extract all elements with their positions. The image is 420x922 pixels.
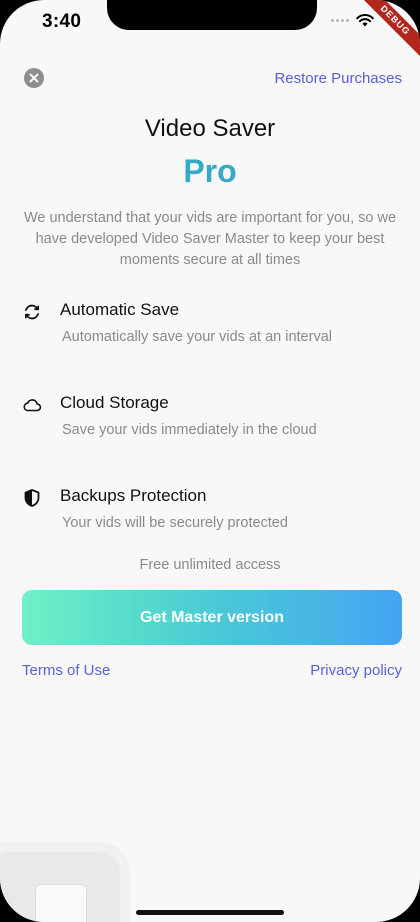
debug-banner: DEBUG	[350, 0, 420, 65]
status-icons	[331, 14, 374, 27]
get-master-version-button[interactable]: Get Master version	[22, 590, 402, 645]
page-title: Video Saver	[144, 115, 276, 142]
free-access-note: Free unlimited access	[139, 557, 281, 573]
shield-icon	[24, 489, 40, 507]
hero-description: We understand that your vids are importa…	[23, 210, 397, 268]
close-icon	[29, 73, 39, 83]
cloud-icon	[23, 399, 42, 412]
feature-description: Automatically save your vids at an inter…	[62, 329, 332, 345]
signal-icon	[331, 19, 349, 22]
sync-icon	[24, 304, 40, 320]
pro-label: Pro	[183, 153, 237, 189]
wifi-icon	[356, 14, 374, 27]
feature-description: Save your vids immediately in the cloud	[62, 422, 317, 438]
background-object-detail	[35, 884, 87, 922]
restore-purchases-link[interactable]: Restore Purchases	[274, 70, 402, 87]
close-button[interactable]	[24, 68, 44, 88]
feature-description: Your vids will be securely protected	[62, 515, 288, 531]
feature-title: Cloud Storage	[60, 393, 169, 412]
feature-title: Backups Protection	[60, 486, 207, 505]
status-time: 3:40	[42, 11, 82, 32]
paywall-screen: 3:40 DEBUG Restore Purchases Video Saver…	[0, 0, 420, 922]
feature-title: Automatic Save	[60, 300, 180, 319]
privacy-policy-link[interactable]: Privacy policy	[310, 662, 402, 679]
device-notch	[107, 0, 317, 30]
home-indicator[interactable]	[136, 910, 284, 915]
terms-of-use-link[interactable]: Terms of Use	[22, 662, 110, 679]
